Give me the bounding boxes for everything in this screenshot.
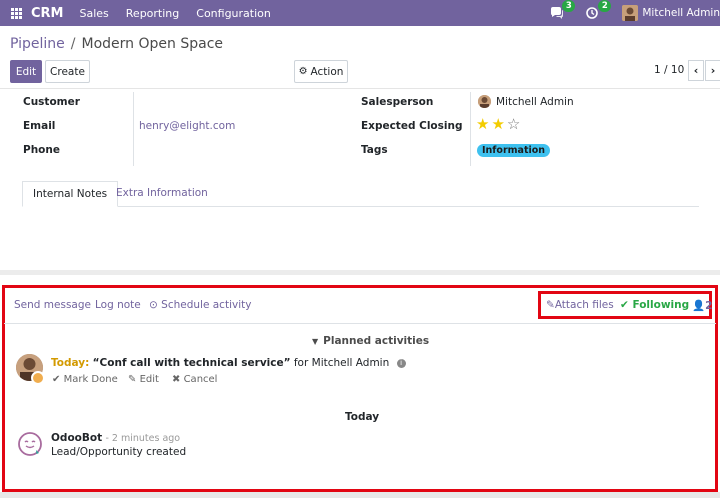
- followers-count: 2: [705, 300, 713, 312]
- log-note-button[interactable]: Log note: [95, 299, 141, 311]
- create-button[interactable]: Create: [45, 60, 90, 83]
- pencil-icon: ✎: [128, 374, 137, 385]
- messages-count-badge: 3: [562, 0, 576, 12]
- activities-count-badge: 2: [598, 0, 612, 12]
- messaging-menu[interactable]: 3: [550, 0, 576, 19]
- paperclip-icon: ✎: [546, 299, 555, 311]
- check-icon: ✔: [620, 299, 629, 311]
- salesperson-avatar: [478, 95, 491, 108]
- phone-label: Phone: [23, 144, 60, 156]
- mark-done-button[interactable]: ✔ Mark Done: [52, 374, 118, 385]
- star-icon[interactable]: ★: [476, 117, 489, 132]
- sheet-bottom-divider: [0, 270, 720, 275]
- priority-stars: ★ ★ ☆: [476, 117, 522, 132]
- apps-menu-icon[interactable]: [11, 7, 22, 19]
- email-label: Email: [23, 120, 56, 132]
- activity-clock-icon: [31, 371, 45, 385]
- app-brand[interactable]: CRM: [31, 6, 64, 21]
- action-label: Action: [310, 65, 344, 78]
- menu-reporting[interactable]: Reporting: [126, 7, 179, 20]
- main-menu: Sales Reporting Configuration: [80, 7, 288, 20]
- pager-value[interactable]: 1 / 10: [654, 64, 684, 76]
- schedule-activity-label: Schedule activity: [161, 299, 252, 311]
- edit-activity-label: Edit: [139, 374, 159, 385]
- notebook-tabs: Internal Notes Extra Information: [22, 181, 699, 207]
- planned-activities-label: Planned activities: [323, 335, 430, 347]
- odoobot-avatar: [17, 431, 43, 457]
- left-column-divider: [133, 92, 134, 166]
- following-label: Following: [632, 299, 690, 311]
- clock-icon: ⊙: [149, 299, 158, 311]
- caret-down-icon: ▼: [312, 337, 319, 346]
- cancel-activity-label: Cancel: [183, 374, 218, 385]
- info-icon[interactable]: i: [396, 359, 406, 368]
- bottom-strip: [0, 492, 720, 498]
- expected-closing-label: Expected Closing: [361, 120, 463, 132]
- user-avatar[interactable]: [622, 5, 639, 21]
- tag-badge[interactable]: Information: [477, 144, 551, 157]
- breadcrumb-separator: /: [70, 36, 76, 52]
- activity-due: Today:: [51, 357, 90, 369]
- systray: 3 2 Mitchell Admin: [550, 0, 720, 26]
- pager-previous-button[interactable]: ‹: [688, 60, 704, 81]
- star-outline-icon[interactable]: ☆: [507, 117, 520, 132]
- tags-label: Tags: [361, 144, 388, 156]
- activity-menu[interactable]: 2: [586, 0, 612, 19]
- menu-configuration[interactable]: Configuration: [196, 7, 271, 20]
- activity-line: Today: “Conf call with technical service…: [51, 357, 406, 369]
- message-body: Lead/Opportunity created: [51, 446, 187, 458]
- schedule-activity-button[interactable]: ⊙ Schedule activity: [149, 299, 251, 311]
- salesperson-label: Salesperson: [361, 96, 434, 108]
- breadcrumb-pipeline[interactable]: Pipeline: [10, 36, 65, 52]
- user-name[interactable]: Mitchell Admin: [642, 7, 720, 19]
- top-navbar: CRM Sales Reporting Configuration 3 2 Mi…: [0, 0, 720, 26]
- edit-button[interactable]: Edit: [10, 60, 42, 83]
- email-field[interactable]: henry@elight.com: [139, 120, 235, 132]
- gear-icon: ⚙: [298, 66, 308, 77]
- activity-summary: “Conf call with technical service”: [92, 357, 291, 369]
- right-column-divider: [470, 92, 471, 166]
- planned-activities-toggle[interactable]: ▼ Planned activities: [312, 335, 429, 347]
- mark-done-label: Mark Done: [63, 374, 118, 385]
- breadcrumb-current: Modern Open Space: [81, 36, 223, 52]
- cancel-activity-button[interactable]: ✖ Cancel: [172, 374, 217, 385]
- pager-next-button[interactable]: ›: [705, 60, 720, 81]
- edit-activity-button[interactable]: ✎ Edit: [128, 374, 159, 385]
- check-icon: ✔: [52, 374, 61, 385]
- attach-files-button[interactable]: ✎Attach files: [546, 299, 614, 311]
- attach-files-label: Attach files: [554, 299, 614, 311]
- tab-extra-information[interactable]: Extra Information: [106, 181, 218, 207]
- customer-label: Customer: [23, 96, 80, 108]
- message-author[interactable]: OdooBot: [51, 432, 102, 444]
- message-header: OdooBot - 2 minutes ago: [51, 432, 180, 444]
- user-icon: 👤: [692, 300, 706, 312]
- salesperson-field[interactable]: Mitchell Admin: [496, 96, 574, 108]
- followers-button[interactable]: 👤2: [692, 299, 712, 312]
- star-icon[interactable]: ★: [491, 117, 504, 132]
- message-time: - 2 minutes ago: [105, 433, 181, 444]
- tab-internal-notes[interactable]: Internal Notes: [22, 181, 119, 207]
- control-panel-divider: [0, 88, 720, 89]
- menu-sales[interactable]: Sales: [80, 7, 109, 20]
- send-message-button[interactable]: Send message: [14, 299, 91, 311]
- following-button[interactable]: ✔ Following: [620, 299, 689, 311]
- times-icon: ✖: [172, 374, 181, 385]
- activity-assignee: for Mitchell Admin: [293, 357, 390, 369]
- chatter-topbar-divider: [4, 323, 716, 324]
- date-separator: Today: [345, 411, 380, 423]
- breadcrumb: Pipeline / Modern Open Space: [10, 36, 223, 52]
- clock-icon: [586, 7, 599, 19]
- action-button[interactable]: ⚙ Action: [294, 60, 348, 83]
